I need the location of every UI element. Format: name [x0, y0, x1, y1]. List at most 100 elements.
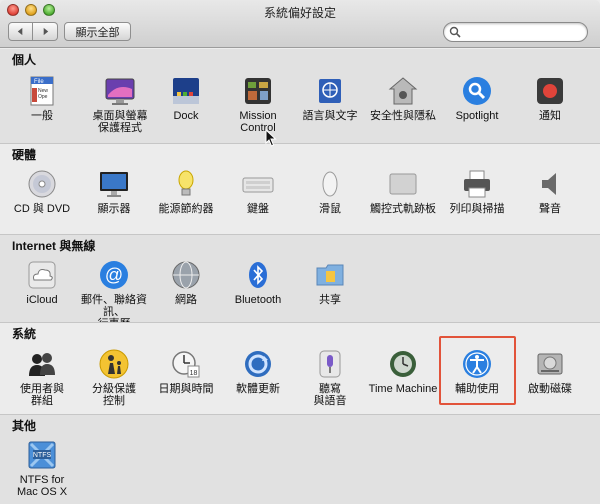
pref-parental-controls[interactable]: 分級保護 控制	[78, 348, 150, 407]
mission-control-icon	[245, 78, 271, 104]
date-time-icon: 18	[172, 351, 200, 378]
pref-time-machine[interactable]: Time Machine	[367, 348, 439, 395]
pref-label: Spotlight	[455, 110, 499, 122]
section-other: 其他 NTFS NTFS for Mac OS X	[0, 415, 600, 504]
pref-label: 桌面與螢幕 保護程式	[92, 110, 148, 134]
startup-disk-icon	[537, 353, 563, 375]
pref-label: NTFS for Mac OS X	[16, 474, 68, 498]
dictation-speech-icon	[319, 350, 341, 378]
pref-network[interactable]: 網路	[150, 259, 222, 306]
language-text-icon	[319, 79, 341, 103]
spotlight-icon	[463, 77, 491, 105]
pref-label: CD 與 DVD	[13, 203, 71, 215]
pref-label: 日期與時間	[158, 383, 214, 395]
print-scan-icon	[464, 170, 490, 198]
svg-text:NTFS: NTFS	[33, 452, 52, 459]
pref-software-update[interactable]: 軟體更新	[222, 348, 294, 395]
section-title: 系統	[12, 327, 37, 341]
back-button[interactable]	[8, 22, 33, 41]
pref-desktop-screensaver[interactable]: 桌面與螢幕 保護程式	[84, 75, 156, 134]
pref-label: 分級保護 控制	[92, 383, 136, 407]
pref-label: 軟體更新	[236, 383, 280, 395]
pref-cd-dvd[interactable]: CD 與 DVD	[6, 168, 78, 215]
svg-text:18: 18	[190, 370, 198, 377]
pref-spotlight[interactable]: Spotlight	[441, 75, 513, 122]
software-update-icon	[245, 351, 271, 377]
search-field[interactable]	[443, 22, 588, 42]
pref-energy-saver[interactable]: 能源節約器	[150, 168, 222, 215]
window-title: 系統偏好設定	[263, 6, 336, 20]
pref-security-privacy[interactable]: 安全性與隱私	[367, 75, 439, 122]
pref-label: Bluetooth	[234, 294, 282, 306]
pref-label: 聲音	[539, 203, 561, 215]
icloud-icon	[28, 261, 56, 289]
bluetooth-icon	[249, 262, 267, 288]
pref-bluetooth[interactable]: Bluetooth	[222, 259, 294, 306]
navigation-buttons	[8, 22, 58, 41]
notifications-icon	[537, 78, 563, 104]
pref-mission-control[interactable]: Mission Control	[222, 75, 294, 134]
chevron-left-icon	[17, 27, 23, 36]
section-title: 個人	[12, 53, 37, 67]
pref-notifications[interactable]: 通知	[514, 75, 586, 122]
pref-mail-contacts-calendar[interactable]: @ 郵件、聯絡資訊、 行事曆	[78, 259, 150, 330]
keyboard-icon	[242, 177, 274, 193]
pref-label: iCloud	[26, 294, 58, 306]
mail-contacts-calendar-icon: @	[100, 261, 128, 289]
trackpad-icon	[389, 173, 417, 195]
selection-highlight	[439, 336, 516, 405]
pref-label: 網路	[175, 294, 197, 306]
pref-users-groups[interactable]: 使用者與 群組	[6, 348, 78, 407]
pref-label: 使用者與 群組	[20, 383, 64, 407]
section-title: Internet 與無線	[12, 239, 96, 253]
time-machine-icon	[390, 351, 416, 377]
pref-label: 啟動磁碟	[528, 383, 572, 395]
cd-dvd-icon	[28, 170, 56, 198]
pref-sharing[interactable]: 共享	[294, 259, 366, 306]
search-icon	[449, 26, 461, 38]
pref-trackpad[interactable]: 觸控式軌跡板	[367, 168, 439, 215]
section-title: 硬體	[12, 148, 37, 162]
pref-ntfs[interactable]: NTFS NTFS for Mac OS X	[6, 439, 78, 498]
parental-controls-icon	[99, 349, 129, 379]
forward-button[interactable]	[33, 22, 58, 41]
mouse-pointer-icon	[265, 129, 277, 147]
show-all-button[interactable]: 顯示全部	[64, 22, 131, 41]
pref-keyboard[interactable]: 鍵盤	[222, 168, 294, 215]
section-personal: 個人 File New Ope 一般 桌面與螢幕 保護程式 Dock Missi…	[0, 49, 600, 143]
system-preferences-window: 系統偏好設定 顯示全部 個人 File New Ope 一般 桌面與螢幕 保護程…	[0, 0, 600, 504]
pref-displays[interactable]: 顯示器	[78, 168, 150, 215]
pref-label: 語言與文字	[302, 110, 358, 122]
chevron-right-icon	[43, 27, 48, 36]
pref-general[interactable]: File New Ope 一般	[6, 75, 78, 122]
pref-label: 安全性與隱私	[370, 110, 436, 122]
search-input[interactable]	[464, 25, 582, 39]
sound-icon	[542, 173, 556, 195]
pref-mouse[interactable]: 滑鼠	[294, 168, 366, 215]
security-privacy-icon	[388, 77, 418, 105]
svg-text:File: File	[34, 79, 44, 85]
users-groups-icon	[29, 353, 55, 376]
pref-label: 觸控式軌跡板	[370, 203, 436, 215]
pref-label: Dock	[173, 110, 199, 122]
pref-dictation-speech[interactable]: 聽寫 與語音	[294, 348, 366, 407]
pref-label: 一般	[31, 110, 53, 122]
pref-label: 通知	[539, 110, 561, 122]
pref-label: Time Machine	[368, 383, 438, 395]
pref-label: 能源節約器	[158, 203, 214, 215]
title-bar: 系統偏好設定 顯示全部	[0, 0, 600, 48]
pref-print-scan[interactable]: 列印與掃描	[441, 168, 513, 215]
pref-icloud[interactable]: iCloud	[6, 259, 78, 306]
pref-date-time[interactable]: 18 日期與時間	[150, 348, 222, 395]
pref-dock[interactable]: Dock	[150, 75, 222, 122]
pref-startup-disk[interactable]: 啟動磁碟	[514, 348, 586, 395]
pref-language-text[interactable]: 語言與文字	[294, 75, 366, 122]
pref-label: 鍵盤	[247, 203, 269, 215]
svg-text:Ope: Ope	[38, 94, 48, 100]
pref-label: 滑鼠	[319, 203, 341, 215]
displays-icon	[100, 172, 128, 197]
pref-label: 共享	[319, 294, 341, 306]
general-icon: File New Ope	[30, 76, 54, 106]
desktop-screensaver-icon	[105, 78, 135, 105]
pref-sound[interactable]: 聲音	[514, 168, 586, 215]
